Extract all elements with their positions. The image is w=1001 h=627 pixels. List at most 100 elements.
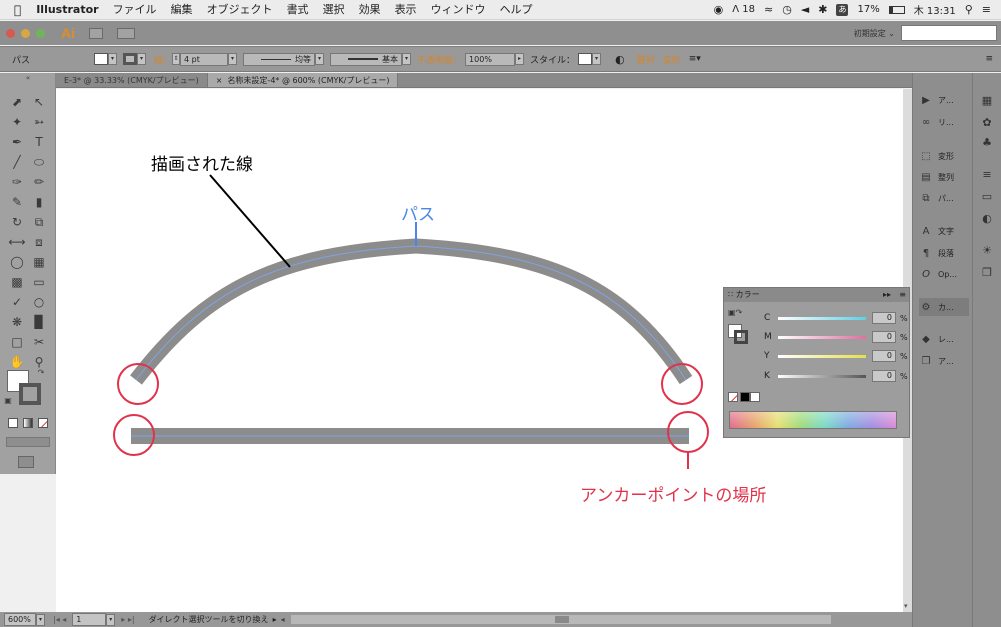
graph-tool-icon[interactable]: ▉ xyxy=(30,313,48,331)
magic-wand-tool-icon[interactable]: ✦ xyxy=(8,113,26,131)
drawing-modes-icon[interactable] xyxy=(6,437,50,447)
channel-y-value[interactable]: 0 xyxy=(872,350,896,362)
apple-icon[interactable]:  xyxy=(0,0,29,19)
ellipse-tool-icon[interactable]: ⬭ xyxy=(30,153,48,171)
shape-builder-tool-icon[interactable]: ◯ xyxy=(8,253,26,271)
channel-k-slider[interactable] xyxy=(778,374,866,378)
eyedropper-tool-icon[interactable]: ✓ xyxy=(8,293,26,311)
transparency-icon[interactable]: ◐ xyxy=(979,211,995,227)
color-mode-icon[interactable] xyxy=(8,418,18,428)
style-swatch[interactable] xyxy=(578,53,593,65)
status-menu-icon[interactable]: ▸ xyxy=(273,615,277,624)
channel-c-value[interactable]: 0 xyxy=(872,312,896,324)
direct-selection-tool-icon[interactable]: ↖ xyxy=(30,93,48,111)
clock[interactable]: 木 13:31 xyxy=(914,2,956,17)
menu-type[interactable]: 書式 xyxy=(280,0,316,19)
ime-icon[interactable]: あ xyxy=(836,3,849,16)
channel-y-slider[interactable] xyxy=(778,354,866,358)
arrange-documents-icon[interactable] xyxy=(117,27,135,39)
profile-dropdown[interactable]: ▾ xyxy=(315,53,325,65)
gradient-tool-icon[interactable]: ▭ xyxy=(30,273,48,291)
close-tab-icon[interactable]: × xyxy=(216,76,223,85)
help-search-input[interactable] xyxy=(901,25,997,41)
type-tool-icon[interactable]: T xyxy=(30,133,48,151)
mesh-tool-icon[interactable]: ▩ xyxy=(8,273,26,291)
dock-item-color[interactable]: ⚙ カ... xyxy=(919,298,969,316)
zoom-field[interactable]: 600% xyxy=(4,613,36,626)
width-tool-icon[interactable]: ⟷ xyxy=(8,233,26,251)
toolbar-collapse-icon[interactable]: « xyxy=(2,73,54,83)
dock-item-character[interactable]: A 文字 xyxy=(919,222,969,240)
dock-item-pathfinder[interactable]: ⧉ パ... xyxy=(919,189,969,207)
appearance-icon[interactable]: ☀ xyxy=(979,243,995,259)
symbol-sprayer-tool-icon[interactable]: ❋ xyxy=(8,313,26,331)
artboard-number-field[interactable]: 1 xyxy=(72,613,107,626)
opacity-label[interactable]: 不透明度： xyxy=(417,53,462,66)
spotlight-icon[interactable]: ⚲ xyxy=(965,3,973,16)
menu-object[interactable]: オブジェクト xyxy=(200,0,280,19)
panel-stroke-box[interactable] xyxy=(734,330,748,344)
fill-swatch[interactable] xyxy=(94,53,109,65)
black-swatch[interactable] xyxy=(740,392,750,402)
stroke-label[interactable]: 線： xyxy=(154,53,172,66)
first-artboard-icon[interactable]: |◂ ◂ xyxy=(53,615,66,624)
artboard-tool-icon[interactable]: □ xyxy=(8,333,26,351)
menu-select[interactable]: 選択 xyxy=(316,0,352,19)
app-menu[interactable]: Illustrator xyxy=(29,0,105,19)
color-spectrum[interactable] xyxy=(729,411,897,429)
scroll-down-icon[interactable]: ▾ xyxy=(904,602,908,610)
tab-document-2[interactable]: × 名称未設定-4* @ 600% (CMYK/プレビュー) xyxy=(207,73,399,87)
next-artboard-icon[interactable]: ▸ ▸| xyxy=(121,615,134,624)
transform-link[interactable]: 変形 xyxy=(663,53,681,66)
stroke-panel-icon[interactable]: ≡ xyxy=(979,167,995,183)
channel-c-slider[interactable] xyxy=(778,316,866,320)
rotate-tool-icon[interactable]: ↻ xyxy=(8,213,26,231)
swatches-icon[interactable]: ▦ xyxy=(979,93,995,109)
screen-mode-icon[interactable] xyxy=(18,456,34,468)
graphic-styles-icon[interactable]: ❐ xyxy=(979,265,995,281)
pen-tool-icon[interactable]: ✒ xyxy=(8,133,26,151)
menu-file[interactable]: ファイル xyxy=(106,0,164,19)
default-colors-icon[interactable]: ▣ xyxy=(3,395,13,405)
notification-center-icon[interactable]: ≡ xyxy=(982,3,991,16)
horizontal-scrollbar[interactable] xyxy=(290,615,831,624)
selection-tool-icon[interactable]: ⬈ xyxy=(8,93,26,111)
opacity-field[interactable]: 100% xyxy=(465,52,516,66)
menu-effect[interactable]: 効果 xyxy=(352,0,388,19)
stroke-swatch[interactable] xyxy=(123,53,138,65)
gradient-panel-icon[interactable]: ▭ xyxy=(979,189,995,205)
slice-tool-icon[interactable]: ✂ xyxy=(30,333,48,351)
lasso-tool-icon[interactable]: ➳ xyxy=(30,113,48,131)
none-mode-icon[interactable] xyxy=(38,418,48,428)
eraser-tool-icon[interactable]: ▮ xyxy=(30,193,48,211)
blob-brush-tool-icon[interactable]: ✎ xyxy=(8,193,26,211)
adobe-cc-status[interactable]: Λ 18 xyxy=(732,4,755,15)
opacity-dropdown[interactable]: ▸ xyxy=(515,53,525,65)
bluetooth-icon[interactable]: ✱ xyxy=(818,3,827,16)
perspective-grid-tool-icon[interactable]: ▦ xyxy=(30,253,48,271)
symbols-icon[interactable]: ♣ xyxy=(979,135,995,151)
white-swatch[interactable] xyxy=(750,392,760,402)
align-link[interactable]: 整列 xyxy=(637,53,655,66)
blend-tool-icon[interactable]: ○ xyxy=(30,293,48,311)
pencil-tool-icon[interactable]: ✏ xyxy=(30,173,48,191)
dock-item-align[interactable]: ▤ 整列 xyxy=(919,168,969,186)
menu-edit[interactable]: 編集 xyxy=(164,0,200,19)
dock-item-paragraph[interactable]: ¶ 段落 xyxy=(919,244,969,262)
variable-width-profile[interactable]: 均等 xyxy=(243,52,316,66)
scroll-left-icon[interactable]: ◂ xyxy=(281,615,285,624)
menu-window[interactable]: ウィンドウ xyxy=(424,0,493,19)
line-icon[interactable]: ◉ xyxy=(714,3,724,16)
workspace-switcher[interactable]: 初期設定 ⌄ xyxy=(854,28,895,39)
battery-icon[interactable] xyxy=(888,5,905,14)
stroke-weight-dropdown[interactable]: ▾ xyxy=(228,53,238,65)
recolor-icon[interactable]: ◐ xyxy=(615,53,625,66)
time-machine-icon[interactable]: ◷ xyxy=(782,3,792,16)
gradient-mode-icon[interactable] xyxy=(23,418,33,428)
dock-item-layers[interactable]: ◆ レ... xyxy=(919,330,969,348)
channel-m-slider[interactable] xyxy=(778,335,866,339)
volume-icon[interactable]: ◄ xyxy=(801,3,809,16)
bridge-icon[interactable] xyxy=(89,27,103,39)
menu-view[interactable]: 表示 xyxy=(388,0,424,19)
color-panel-header[interactable]: ∷ カラー ▸▸ ≡ xyxy=(724,288,909,302)
